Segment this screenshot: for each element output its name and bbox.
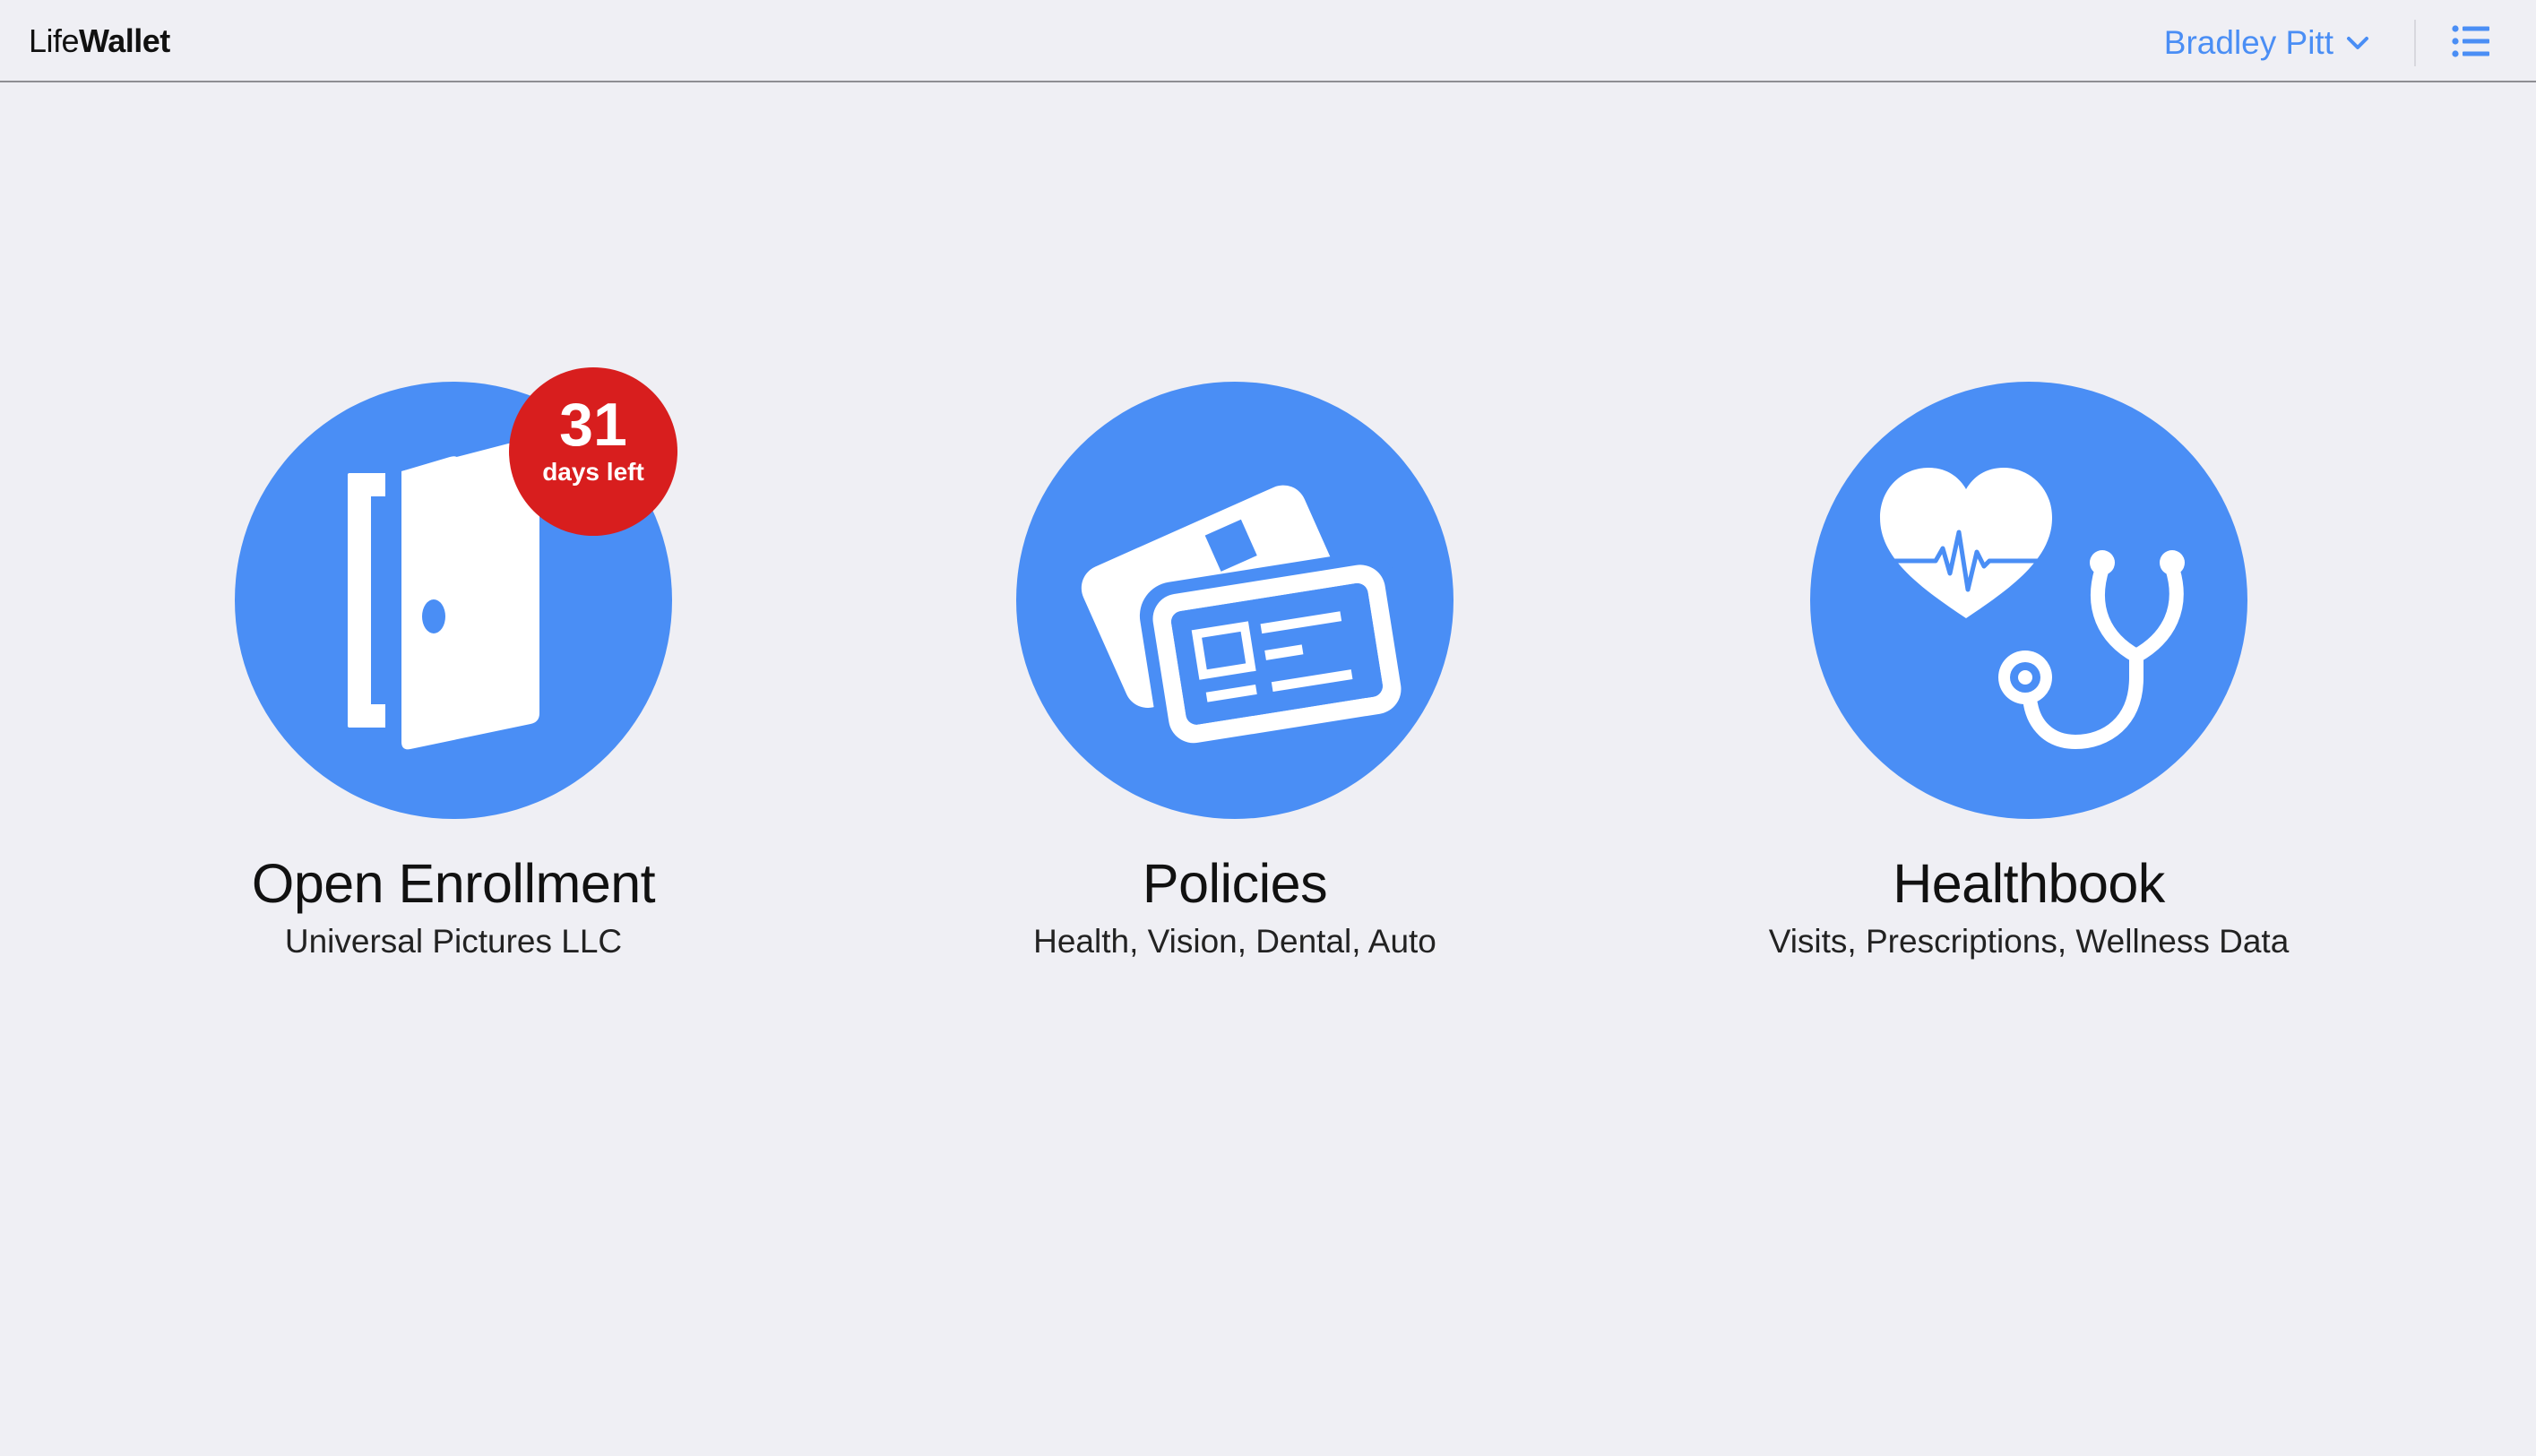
open-enrollment-circle: 31 days left xyxy=(235,367,677,819)
healthbook-tile[interactable]: Healthbook Visits, Prescriptions, Wellne… xyxy=(1715,382,2342,962)
brand-light: Life xyxy=(29,22,80,59)
healthbook-circle xyxy=(1810,382,2247,819)
user-name: Bradley Pitt xyxy=(2163,24,2333,61)
top-bar: LifeWallet Bradley Pitt xyxy=(0,0,2536,82)
tile-subtitle: Universal Pictures LLC xyxy=(284,923,623,960)
open-enrollment-tile[interactable]: 31 days left Open Enrollment Universal P… xyxy=(140,367,767,962)
policies-tile[interactable]: Policies Health, Vision, Dental, Auto xyxy=(921,382,1548,962)
app-logo[interactable]: LifeWallet xyxy=(29,20,170,63)
tile-title: Policies xyxy=(1142,853,1328,914)
tile-subtitle: Visits, Prescriptions, Wellness Data xyxy=(1768,923,2290,960)
policies-circle xyxy=(1016,382,1453,819)
tile-title: Healthbook xyxy=(1893,853,2165,914)
chevron-down-icon xyxy=(2346,35,2369,51)
days-left-label: days left xyxy=(542,458,644,486)
days-left-number: 31 xyxy=(559,391,627,459)
id-cards-icon xyxy=(1081,485,1415,756)
main-menu-button[interactable] xyxy=(2446,22,2497,65)
tile-subtitle: Health, Vision, Dental, Auto xyxy=(1033,923,1436,960)
list-icon xyxy=(2452,24,2491,63)
brand-bold: Wallet xyxy=(79,22,170,59)
heart-stethoscope-icon xyxy=(1880,468,2185,750)
days-left-badge: 31 days left xyxy=(509,367,677,536)
header-divider xyxy=(2414,20,2416,66)
user-menu-button[interactable]: Bradley Pitt xyxy=(2164,22,2369,65)
tile-title: Open Enrollment xyxy=(251,853,656,914)
